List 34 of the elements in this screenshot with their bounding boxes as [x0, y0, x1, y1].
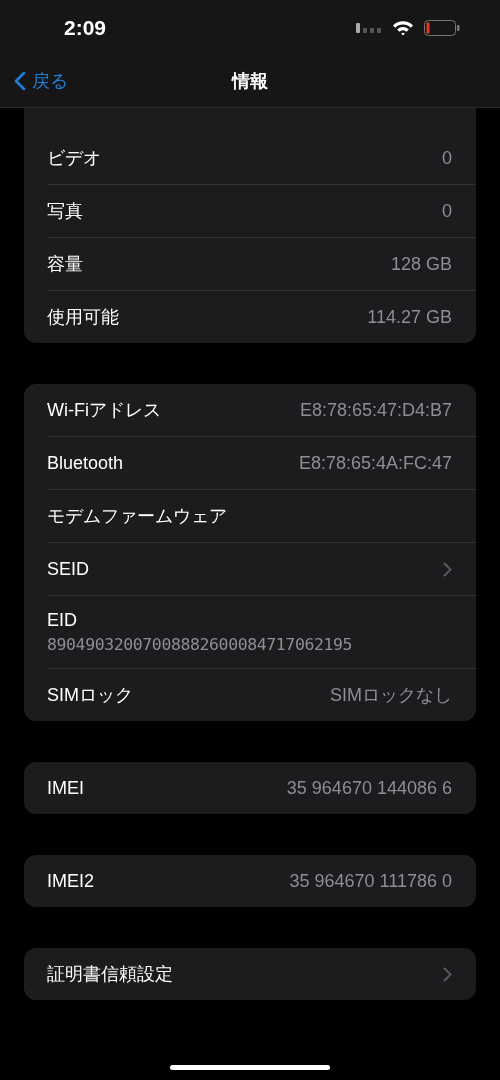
row-value: 35 964670 111786 0 — [289, 870, 452, 892]
row-label: IMEI — [47, 777, 85, 799]
row-label: モデムファームウェア — [47, 505, 228, 528]
row-value: 0 — [442, 200, 452, 222]
chevron-icon — [443, 561, 452, 577]
battery-icon — [424, 19, 460, 36]
row-label: 容量 — [47, 253, 84, 276]
nav-title: 情報 — [232, 70, 268, 93]
row-value: E8:78:65:47:D4:B7 — [299, 399, 452, 421]
row-value: SIMロックなし — [330, 684, 452, 707]
wifi-icon — [392, 19, 414, 36]
row-value: E8:78:65:4A:FC:47 — [298, 452, 452, 474]
row-label: 写真 — [47, 200, 84, 223]
back-button[interactable]: 戻る — [0, 68, 74, 94]
row-label: Bluetooth — [47, 452, 125, 474]
row-label: EID — [47, 610, 77, 631]
row-label: 証明書信頼設定 — [47, 963, 174, 986]
row-label: IMEI2 — [47, 870, 95, 892]
row-label: 使用可能 — [47, 306, 120, 329]
row-label: ビデオ — [47, 147, 102, 170]
row-value: 89049032007008882600084717062195 — [47, 635, 353, 654]
back-chevron-icon — [14, 71, 26, 91]
row-value: 0 — [442, 147, 452, 169]
list-row[interactable]: SEID — [47, 542, 476, 595]
row-label: Wi-Fiアドレス — [47, 399, 162, 422]
row-value: 35 964670 144086 6 — [286, 777, 452, 799]
row-label: SIMロック — [47, 684, 134, 707]
row-value: 114.27 GB — [367, 306, 452, 328]
row-value: 128 GB — [390, 253, 452, 275]
chevron-icon — [443, 966, 452, 982]
row-label: SEID — [47, 558, 90, 580]
list-row[interactable]: 証明書信頼設定 — [47, 948, 476, 1000]
signal-icon — [356, 22, 382, 33]
status-time: 2:09 — [64, 15, 108, 40]
